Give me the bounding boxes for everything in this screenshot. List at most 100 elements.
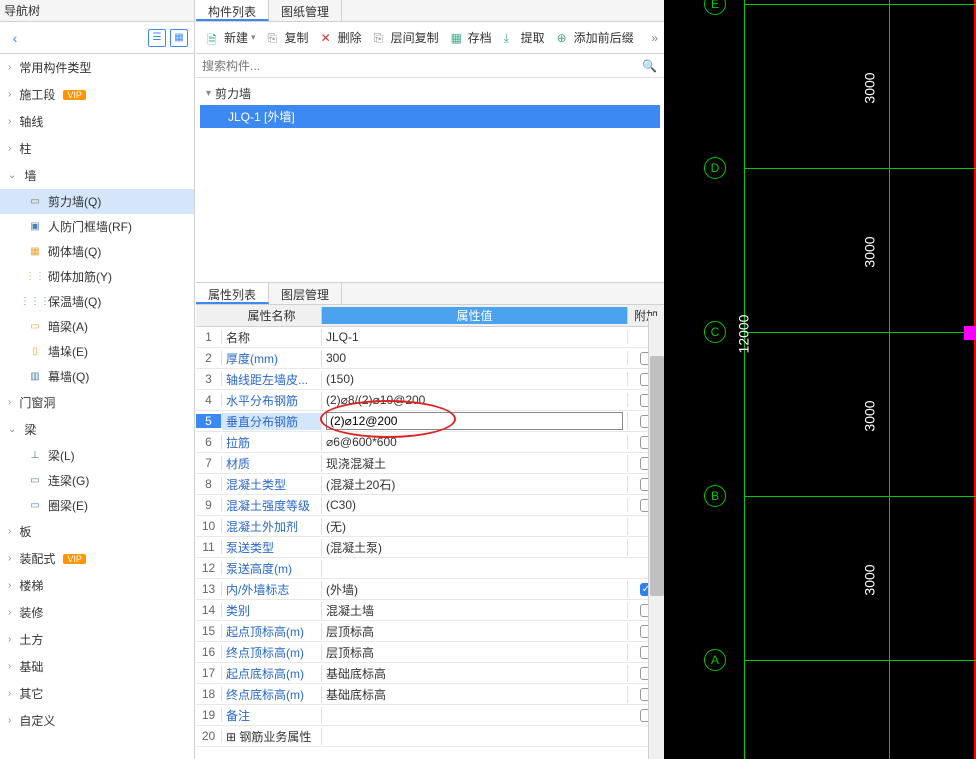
- dim-3000-1: 3000: [862, 72, 878, 103]
- delete-icon: ✕: [321, 31, 335, 45]
- search-icon[interactable]: 🔍: [642, 59, 658, 73]
- nav-opening[interactable]: ›门窗洞: [0, 389, 194, 416]
- prop-value[interactable]: ⌀6@600*600: [322, 435, 628, 449]
- prefix-button[interactable]: ⊕添加前后缀: [552, 27, 639, 48]
- tab-property-list[interactable]: 属性列表: [196, 283, 269, 304]
- delete-button[interactable]: ✕删除: [316, 27, 367, 48]
- nav-wall-reinf[interactable]: ⋮⋮砌体加筋(Y): [0, 264, 194, 289]
- property-row[interactable]: 15起点顶标高(m)层顶标高: [196, 621, 664, 642]
- prop-value[interactable]: 层顶标高: [322, 644, 628, 661]
- nav-beam-link[interactable]: ▭连梁(G): [0, 468, 194, 493]
- prop-value[interactable]: 层顶标高: [322, 623, 628, 640]
- nav-wall-rf[interactable]: ▣人防门框墙(RF): [0, 214, 194, 239]
- nav-beam-ring[interactable]: ▭圈梁(E): [0, 493, 194, 518]
- nav-header: 导航树: [0, 0, 194, 22]
- col-value[interactable]: 属性值: [322, 307, 628, 324]
- property-row[interactable]: 19备注: [196, 705, 664, 726]
- property-row[interactable]: 1名称JLQ-1: [196, 327, 664, 348]
- nav-wall-duo[interactable]: ▯墙垛(E): [0, 339, 194, 364]
- prop-value-input[interactable]: [326, 412, 623, 430]
- list-view-icon[interactable]: ☰: [148, 29, 166, 47]
- grid-view-icon[interactable]: ▦: [170, 29, 188, 47]
- property-row[interactable]: 7材质现浇混凝土: [196, 453, 664, 474]
- property-row[interactable]: 20⊞ 钢筋业务属性: [196, 726, 664, 747]
- property-row[interactable]: 18终点底标高(m)基础底标高: [196, 684, 664, 705]
- prop-name: 混凝土外加剂: [222, 518, 322, 535]
- chevron-left-icon[interactable]: ‹: [6, 29, 24, 47]
- prop-value[interactable]: (2)⌀8/(2)⌀10@200: [322, 393, 628, 407]
- nav-slab[interactable]: ›板: [0, 518, 194, 545]
- prop-value[interactable]: 300: [322, 351, 628, 365]
- tab-drawing-mgmt[interactable]: 图纸管理: [269, 0, 342, 21]
- prop-value[interactable]: (混凝土20石): [322, 476, 628, 493]
- property-row[interactable]: 8混凝土类型(混凝土20石): [196, 474, 664, 495]
- nav-wall[interactable]: ⌄墙: [0, 162, 194, 189]
- nav-title: 导航树: [4, 2, 40, 19]
- extract-button[interactable]: ⤓提取: [499, 27, 550, 48]
- nav-stair[interactable]: ›楼梯: [0, 572, 194, 599]
- property-row[interactable]: 6拉筋⌀6@600*600: [196, 432, 664, 453]
- nav-earth[interactable]: ›土方: [0, 626, 194, 653]
- dim-3000-2: 3000: [862, 236, 878, 267]
- nav-wall-insul[interactable]: ⋮⋮⋮保温墙(Q): [0, 289, 194, 314]
- prop-value[interactable]: (C30): [322, 498, 628, 512]
- tree-shear-wall[interactable]: ▾剪力墙: [200, 82, 660, 105]
- prop-scrollbar[interactable]: [648, 316, 664, 759]
- nav-wall-dark[interactable]: ▭暗梁(A): [0, 314, 194, 339]
- col-name[interactable]: 属性名称: [222, 307, 322, 324]
- nav-foundation[interactable]: ›基础: [0, 653, 194, 680]
- prop-value[interactable]: 现浇混凝土: [322, 455, 628, 472]
- property-row[interactable]: 9混凝土强度等级(C30): [196, 495, 664, 516]
- property-row[interactable]: 11泵送类型(混凝土泵): [196, 537, 664, 558]
- property-row[interactable]: 12泵送高度(m): [196, 558, 664, 579]
- nav-column[interactable]: ›柱: [0, 135, 194, 162]
- row-number: 2: [196, 351, 222, 365]
- nav-beam-beam[interactable]: ⊥梁(L): [0, 443, 194, 468]
- row-number: 3: [196, 372, 222, 386]
- property-row[interactable]: 16终点顶标高(m)层顶标高: [196, 642, 664, 663]
- nav-prefab[interactable]: ›装配式VIP: [0, 545, 194, 572]
- prop-value[interactable]: [322, 412, 628, 430]
- archive-button[interactable]: ▦存档: [446, 27, 497, 48]
- copy-button[interactable]: ⎘复制: [263, 27, 314, 48]
- cad-viewport[interactable]: E D C B A 3000 3000 3000 3000 12000: [664, 0, 976, 759]
- prop-value[interactable]: 基础底标高: [322, 686, 628, 703]
- prop-value[interactable]: (外墙): [322, 581, 628, 598]
- prop-value[interactable]: (150): [322, 372, 628, 386]
- property-row[interactable]: 3轴线距左墙皮...(150): [196, 369, 664, 390]
- beam-icon: ▭: [28, 320, 42, 334]
- nav-custom[interactable]: ›自定义: [0, 707, 194, 734]
- tab-component-list[interactable]: 构件列表: [196, 0, 269, 21]
- property-row[interactable]: 17起点底标高(m)基础底标高: [196, 663, 664, 684]
- new-button[interactable]: 🗎新建▾: [202, 27, 261, 48]
- nav-common[interactable]: ›常用构件类型: [0, 54, 194, 81]
- nav-beam[interactable]: ⌄梁: [0, 416, 194, 443]
- nav-wall-curtain[interactable]: ▥幕墙(Q): [0, 364, 194, 389]
- nav-wall-shear[interactable]: ▭剪力墙(Q): [0, 189, 194, 214]
- nav-axis[interactable]: ›轴线: [0, 108, 194, 135]
- tab-layer-mgmt[interactable]: 图层管理: [269, 283, 342, 304]
- property-row[interactable]: 13内/外墙标志(外墙)✓: [196, 579, 664, 600]
- scroll-thumb[interactable]: [650, 356, 664, 596]
- search-input[interactable]: [202, 55, 642, 77]
- prop-value[interactable]: (混凝土泵): [322, 539, 628, 556]
- property-row[interactable]: 5垂直分布钢筋: [196, 411, 664, 432]
- prop-value[interactable]: 混凝土墙: [322, 602, 628, 619]
- property-row[interactable]: 2厚度(mm)300: [196, 348, 664, 369]
- prop-value[interactable]: (无): [322, 518, 628, 535]
- axis-bubble-e: E: [704, 0, 726, 15]
- nav-wall-masonry[interactable]: ▦砌体墙(Q): [0, 239, 194, 264]
- property-row[interactable]: 14类别混凝土墙: [196, 600, 664, 621]
- more-icon[interactable]: »: [651, 31, 658, 45]
- property-row[interactable]: 4水平分布钢筋(2)⌀8/(2)⌀10@200: [196, 390, 664, 411]
- prop-value[interactable]: 基础底标高: [322, 665, 628, 682]
- tree-item-jlq1[interactable]: JLQ-1 [外墙]: [200, 105, 660, 128]
- nav-decorate[interactable]: ›装修: [0, 599, 194, 626]
- nav-construction[interactable]: ›施工段VIP: [0, 81, 194, 108]
- floor-copy-button[interactable]: ⎘层间复制: [369, 27, 444, 48]
- nav-other[interactable]: ›其它: [0, 680, 194, 707]
- prop-value[interactable]: JLQ-1: [322, 330, 628, 344]
- prop-name: 混凝土强度等级: [222, 497, 322, 514]
- rebar-icon: ⋮⋮: [28, 270, 42, 284]
- property-row[interactable]: 10混凝土外加剂(无): [196, 516, 664, 537]
